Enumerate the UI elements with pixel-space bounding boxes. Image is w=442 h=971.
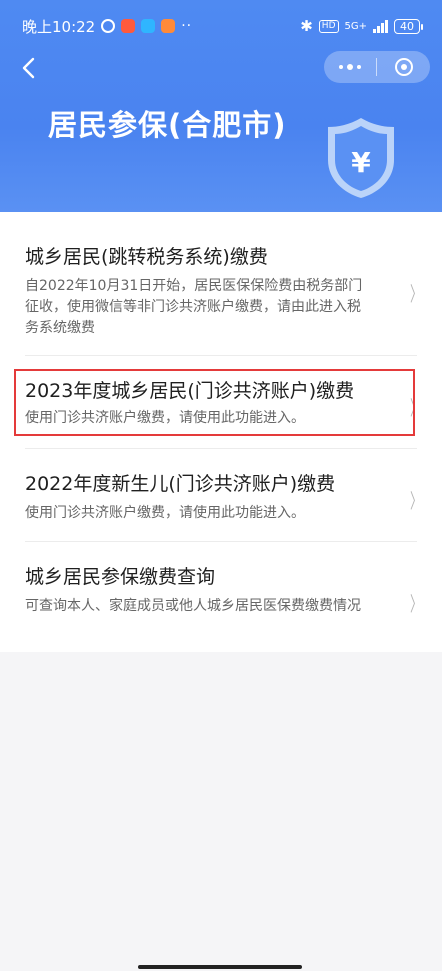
more-dots-icon	[339, 65, 343, 69]
status-left: 晚上10:22 ··	[22, 16, 192, 37]
target-close-icon	[394, 58, 413, 76]
network-type: 5G+	[344, 20, 368, 32]
chevron-right-icon: 〉	[410, 592, 422, 616]
item-title: 城乡居民(跳转税务系统)缴费	[25, 246, 268, 268]
back-button[interactable]	[18, 56, 42, 80]
bluetooth-icon: ✱	[300, 17, 313, 35]
yen-symbol: ¥	[351, 146, 371, 179]
chevron-right-icon: 〉	[410, 489, 422, 513]
more-button[interactable]	[324, 51, 376, 83]
app-notification-icon	[121, 19, 136, 33]
item-title: 2022年度新生儿(门诊共济账户)缴费	[25, 473, 336, 495]
chevron-right-icon: 〉	[410, 282, 422, 306]
battery-icon: 40	[394, 18, 423, 34]
header: 晚上10:22 ·· ✱ HD 5G+ 40 居民参保(合肥市) ¥	[0, 0, 442, 212]
app-notification-icon	[141, 19, 156, 33]
status-time: 晚上10:22	[22, 17, 96, 36]
signal-icon	[373, 19, 388, 33]
list-item[interactable]: 2022年度新生儿(门诊共济账户)缴费 使用门诊共济账户缴费，请使用此功能进入。…	[0, 449, 442, 541]
page-title: 居民参保(合肥市)	[48, 108, 287, 142]
status-right: ✱ HD 5G+ 40	[300, 17, 423, 35]
list-item[interactable]: 城乡居民(跳转税务系统)缴费 自2022年10月31日开始，居民医保保险费由税务…	[0, 212, 442, 352]
miniprogram-capsule	[324, 51, 430, 83]
item-description: 使用门诊共济账户缴费，请使用此功能进入。	[25, 505, 305, 521]
app-notification-icon	[161, 19, 176, 33]
item-title: 城乡居民参保缴费查询	[25, 566, 216, 588]
shield-icon: ¥	[328, 118, 394, 198]
home-indicator[interactable]	[138, 965, 302, 969]
close-button[interactable]	[377, 51, 430, 83]
highlight-box	[14, 369, 415, 436]
item-description: 可查询本人、家庭成员或他人城乡居民医保费缴费情况	[25, 598, 361, 614]
more-notifications-icon: ··	[181, 18, 193, 34]
chevron-left-icon	[22, 57, 35, 79]
hd-badge: HD	[318, 19, 339, 33]
alarm-icon	[101, 19, 116, 33]
item-description: 自2022年10月31日开始，居民医保保险费由税务部门征收，使用微信等非门诊共济…	[25, 278, 363, 336]
status-bar: 晚上10:22 ·· ✱ HD 5G+ 40	[0, 0, 442, 52]
list-item[interactable]: 城乡居民参保缴费查询 可查询本人、家庭成员或他人城乡居民医保费缴费情况 〉	[0, 542, 442, 652]
